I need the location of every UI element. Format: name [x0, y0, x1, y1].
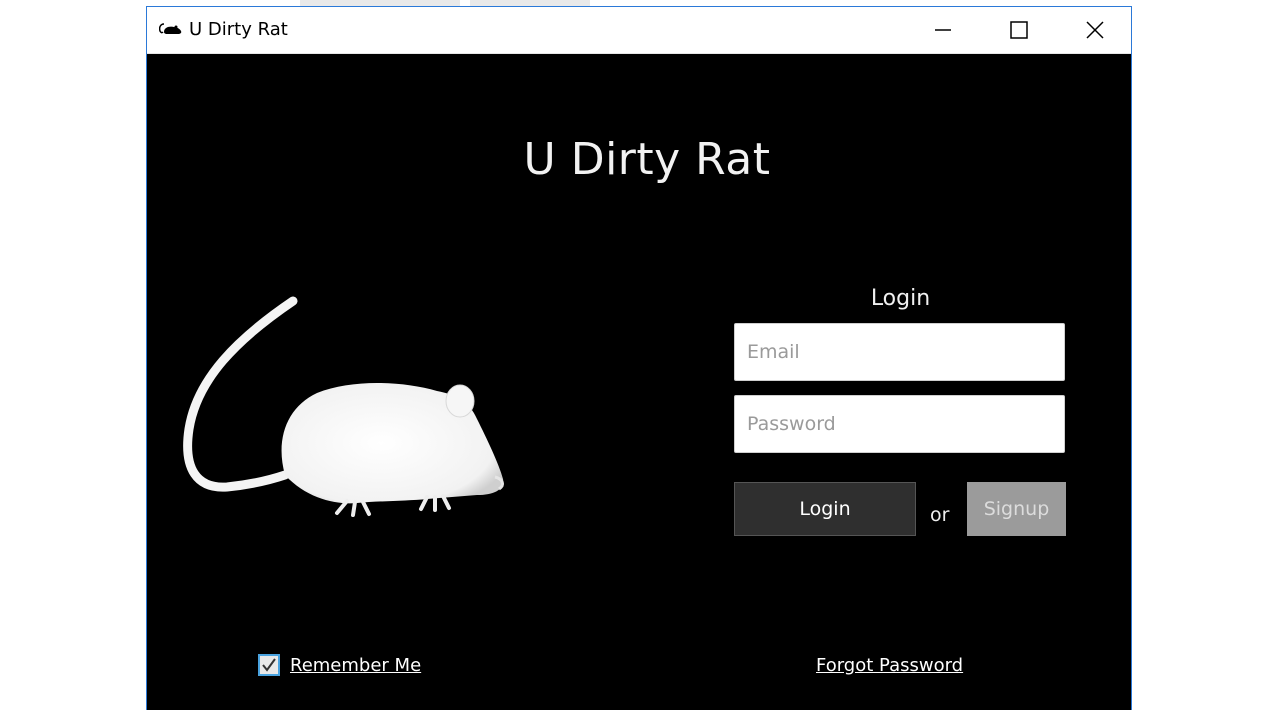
minimize-icon: [935, 29, 951, 31]
login-heading: Login: [870, 286, 931, 311]
app-heading: U Dirty Rat: [523, 134, 771, 185]
remember-me-toggle[interactable]: Remember Me: [258, 652, 421, 678]
close-button[interactable]: [1057, 7, 1133, 53]
remember-me-label[interactable]: Remember Me: [290, 655, 421, 676]
password-field[interactable]: [734, 395, 1065, 453]
check-icon: [262, 658, 276, 672]
login-button[interactable]: Login: [734, 482, 916, 536]
app-window: U Dirty Rat U Dirty Rat Login Email Logi…: [146, 6, 1132, 710]
title-bar[interactable]: U Dirty Rat: [147, 7, 1131, 54]
or-separator: or: [930, 504, 950, 526]
forgot-password-link[interactable]: Forgot Password: [816, 655, 963, 676]
close-icon: [1086, 21, 1104, 39]
signup-button[interactable]: Signup: [967, 482, 1066, 536]
rat-icon: [159, 23, 182, 34]
remember-me-checkbox[interactable]: [258, 654, 280, 676]
login-screen: U Dirty Rat Login Login: [147, 54, 1131, 710]
maximize-button[interactable]: [981, 7, 1057, 53]
maximize-icon: [1010, 21, 1028, 39]
rat-silhouette: [183, 296, 504, 517]
window-title: U Dirty Rat: [189, 19, 288, 40]
email-field[interactable]: [734, 323, 1065, 381]
minimize-button[interactable]: [905, 7, 981, 53]
